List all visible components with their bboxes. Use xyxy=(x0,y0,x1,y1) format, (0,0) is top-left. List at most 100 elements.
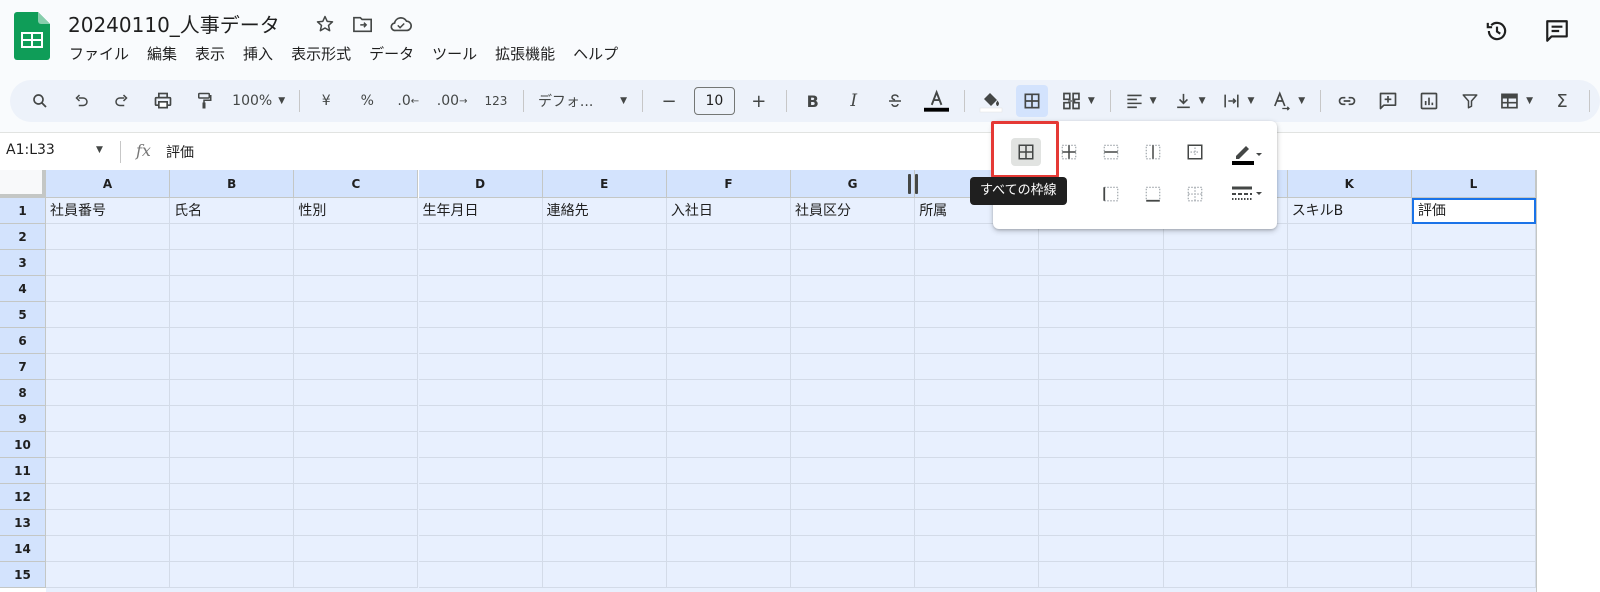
menu-insert[interactable]: 挿入 xyxy=(234,42,282,66)
insert-comment-icon[interactable] xyxy=(1372,85,1404,117)
cell[interactable] xyxy=(1039,510,1164,536)
cell[interactable] xyxy=(1163,432,1288,458)
row-header[interactable]: 7 xyxy=(0,354,46,380)
cell[interactable] xyxy=(418,250,543,276)
cell[interactable] xyxy=(1411,510,1537,536)
cell[interactable] xyxy=(1287,302,1412,328)
left-border-icon[interactable] xyxy=(1096,180,1126,208)
cell[interactable] xyxy=(791,328,916,354)
cell[interactable] xyxy=(915,380,1040,406)
font-size-input[interactable]: 10 xyxy=(694,87,735,115)
cell[interactable] xyxy=(418,432,543,458)
redo-icon[interactable] xyxy=(106,85,138,117)
cell[interactable] xyxy=(915,328,1040,354)
cell[interactable] xyxy=(1163,354,1288,380)
outer-borders-icon[interactable] xyxy=(1180,138,1210,166)
cell[interactable] xyxy=(791,458,916,484)
cell[interactable] xyxy=(666,484,791,510)
star-icon[interactable] xyxy=(312,11,338,37)
cell[interactable] xyxy=(915,458,1040,484)
cell[interactable] xyxy=(1411,484,1537,510)
cell[interactable] xyxy=(666,458,791,484)
cell[interactable] xyxy=(170,510,295,536)
cell[interactable] xyxy=(294,510,419,536)
cell[interactable] xyxy=(791,406,916,432)
cell[interactable] xyxy=(791,432,916,458)
cell[interactable] xyxy=(791,250,916,276)
cell[interactable] xyxy=(1287,458,1412,484)
freeze-handle-icon[interactable] xyxy=(908,174,922,194)
cell[interactable] xyxy=(170,224,295,250)
text-rotation-icon[interactable]: ▼ xyxy=(1267,85,1309,117)
cell[interactable] xyxy=(666,354,791,380)
menu-extensions[interactable]: 拡張機能 xyxy=(486,42,564,66)
column-header[interactable]: F xyxy=(666,170,791,198)
chevron-down-icon[interactable]: ▼ xyxy=(96,145,103,155)
cell[interactable] xyxy=(791,380,916,406)
cell[interactable] xyxy=(542,536,667,562)
cell[interactable] xyxy=(1039,328,1164,354)
cell[interactable] xyxy=(915,302,1040,328)
cell[interactable] xyxy=(170,328,295,354)
vertical-borders-icon[interactable] xyxy=(1138,138,1168,166)
cell[interactable] xyxy=(915,354,1040,380)
cell[interactable] xyxy=(1411,302,1537,328)
cell[interactable] xyxy=(1411,458,1537,484)
cell[interactable] xyxy=(294,276,419,302)
cell[interactable] xyxy=(1039,406,1164,432)
all-borders-icon[interactable] xyxy=(1011,138,1041,166)
horizontal-align-icon[interactable]: ▼ xyxy=(1121,85,1161,117)
cell[interactable] xyxy=(666,328,791,354)
cell[interactable] xyxy=(170,276,295,302)
select-all-corner[interactable] xyxy=(0,170,46,198)
decrease-font-size-button[interactable]: − xyxy=(653,85,685,117)
cell[interactable] xyxy=(418,224,543,250)
menu-data[interactable]: データ xyxy=(360,42,423,66)
cell[interactable] xyxy=(294,250,419,276)
cell[interactable] xyxy=(666,224,791,250)
cell[interactable] xyxy=(1287,432,1412,458)
borders-icon[interactable] xyxy=(1015,85,1048,117)
cell[interactable] xyxy=(46,380,171,406)
column-header[interactable]: A xyxy=(46,170,171,198)
border-style-icon[interactable] xyxy=(1225,180,1267,208)
undo-icon[interactable] xyxy=(65,85,97,117)
cell[interactable] xyxy=(418,328,543,354)
clear-borders-icon[interactable] xyxy=(1180,180,1210,208)
cell[interactable] xyxy=(418,484,543,510)
cell[interactable] xyxy=(1039,302,1164,328)
cell[interactable] xyxy=(1287,250,1412,276)
column-header[interactable]: E xyxy=(542,170,667,198)
print-icon[interactable] xyxy=(147,85,179,117)
row-header[interactable]: 10 xyxy=(0,432,46,458)
search-menus-icon[interactable] xyxy=(24,85,56,117)
strikethrough-icon[interactable] xyxy=(879,85,911,117)
column-header[interactable]: L xyxy=(1411,170,1537,198)
cell[interactable] xyxy=(46,302,171,328)
cell[interactable] xyxy=(542,484,667,510)
cell[interactable] xyxy=(46,432,171,458)
fill-color-icon[interactable] xyxy=(975,85,1007,117)
menu-format[interactable]: 表示形式 xyxy=(282,42,360,66)
cell[interactable] xyxy=(294,328,419,354)
cell[interactable] xyxy=(418,380,543,406)
cell[interactable] xyxy=(791,224,916,250)
cell[interactable] xyxy=(418,458,543,484)
font-select[interactable]: デフォ... ▼ xyxy=(534,85,631,117)
cell[interactable] xyxy=(1411,380,1537,406)
cell[interactable] xyxy=(418,276,543,302)
cell[interactable] xyxy=(915,432,1040,458)
cell[interactable] xyxy=(666,250,791,276)
cell[interactable] xyxy=(1411,250,1537,276)
cell[interactable] xyxy=(666,536,791,562)
cell[interactable] xyxy=(542,276,667,302)
cell[interactable] xyxy=(666,510,791,536)
formula-input[interactable]: 評価 xyxy=(166,142,194,162)
cell[interactable] xyxy=(46,224,171,250)
cell[interactable] xyxy=(294,354,419,380)
row-header[interactable]: 2 xyxy=(0,224,46,250)
menu-edit[interactable]: 編集 xyxy=(138,42,186,66)
cell[interactable] xyxy=(915,562,1040,588)
functions-button[interactable]: Σ xyxy=(1546,85,1578,117)
row-header[interactable]: 8 xyxy=(0,380,46,406)
